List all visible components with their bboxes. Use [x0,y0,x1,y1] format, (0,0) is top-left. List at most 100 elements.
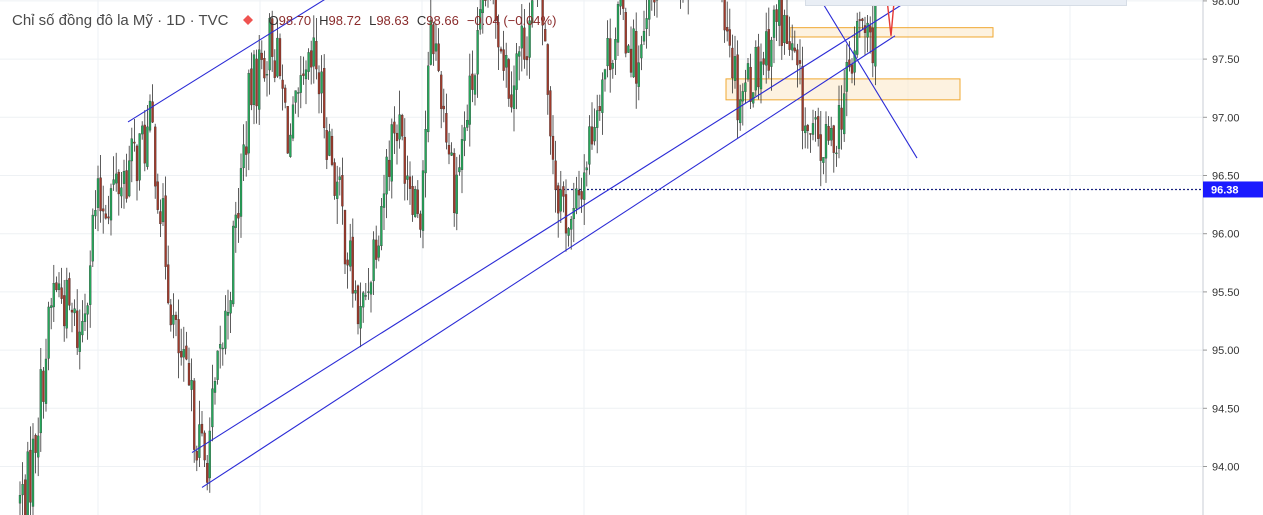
candle[interactable] [115,173,118,184]
candle[interactable] [398,114,401,140]
candle[interactable] [291,104,295,139]
candle[interactable] [177,319,180,354]
candle[interactable] [182,349,185,358]
candle[interactable] [284,87,287,103]
candle[interactable] [557,185,560,214]
candle[interactable] [216,350,219,380]
candle[interactable] [388,159,391,177]
candle[interactable] [42,370,45,402]
candle[interactable] [603,69,607,80]
candle[interactable] [411,186,414,215]
candle[interactable] [239,168,243,217]
candle[interactable] [484,0,487,1]
candle[interactable] [476,30,479,75]
candle[interactable] [328,131,331,156]
candle[interactable] [146,126,149,167]
candle[interactable] [78,331,81,352]
candle[interactable] [50,305,53,308]
candle[interactable] [117,171,120,195]
candle[interactable] [213,381,217,393]
candle[interactable] [635,31,638,84]
candle[interactable] [154,126,157,187]
candle[interactable] [606,38,609,67]
candle[interactable] [824,124,828,159]
candle[interactable] [871,27,874,64]
candle[interactable] [320,71,323,94]
candle[interactable] [601,79,604,113]
candle[interactable] [570,219,573,230]
chart-root[interactable]: 93.5094.0094.5095.0095.5096.0096.5097.00… [0,0,1263,515]
candle[interactable] [554,160,557,191]
candle[interactable] [167,264,170,304]
candle[interactable] [161,198,165,223]
candle[interactable] [785,15,789,44]
candle[interactable] [588,126,591,165]
candle[interactable] [57,283,61,290]
candle[interactable] [34,435,37,453]
trendline[interactable] [191,0,930,453]
toolbar-strip[interactable] [805,0,1127,6]
candle[interactable] [414,188,417,217]
candle[interactable] [310,50,313,68]
candle[interactable] [180,351,183,358]
candle[interactable] [107,216,110,219]
candle[interactable] [559,189,562,212]
candle[interactable] [164,195,167,267]
candle[interactable] [151,101,154,123]
candle[interactable] [577,189,581,196]
candle[interactable] [770,39,773,67]
candle[interactable] [26,451,29,515]
candle[interactable] [624,12,627,54]
candle[interactable] [741,91,744,102]
candle[interactable] [148,100,152,131]
candle[interactable] [60,287,63,299]
candle[interactable] [273,60,276,78]
candle[interactable] [757,46,760,88]
candle[interactable] [247,73,250,154]
candle[interactable] [377,245,380,258]
candle[interactable] [21,484,24,496]
candle[interactable] [141,125,144,135]
candle[interactable] [187,363,191,386]
candle[interactable] [68,278,71,306]
candle[interactable] [206,462,209,483]
candle[interactable] [473,75,477,95]
candle[interactable] [234,214,237,228]
candle[interactable] [390,124,393,182]
candle[interactable] [408,176,412,189]
candle[interactable] [622,0,625,9]
candle[interactable] [130,138,133,162]
candle[interactable] [590,126,594,145]
candle[interactable] [406,175,409,180]
candle[interactable] [169,304,172,326]
candle[interactable] [385,156,388,195]
candle[interactable] [120,187,123,197]
candle[interactable] [733,56,737,81]
candle[interactable] [447,144,451,155]
candle[interactable] [463,127,466,141]
candle[interactable] [843,93,846,135]
candle[interactable] [278,38,282,77]
candle[interactable] [307,52,310,72]
candle[interactable] [263,58,266,79]
candle[interactable] [830,127,833,141]
candle[interactable] [754,47,757,91]
candle[interactable] [819,134,822,161]
candle[interactable] [112,179,115,185]
candle[interactable] [73,308,76,314]
candle[interactable] [260,52,263,60]
candle[interactable] [135,145,139,182]
candle[interactable] [312,37,315,67]
candle[interactable] [515,53,518,90]
candle[interactable] [632,28,635,78]
candle[interactable] [767,29,770,71]
candle[interactable] [18,495,22,504]
candle[interactable] [642,31,646,42]
candle[interactable] [125,170,128,199]
candle[interactable] [627,45,630,53]
candle[interactable] [562,186,565,197]
candle[interactable] [775,9,778,22]
candle[interactable] [65,279,68,329]
candle[interactable] [791,43,794,51]
candle[interactable] [583,172,586,200]
